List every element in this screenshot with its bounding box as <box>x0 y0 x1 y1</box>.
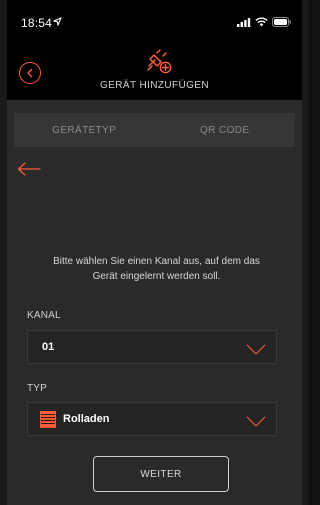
status-bar: 18:54 <box>7 0 302 44</box>
typ-value: Rolladen <box>63 413 110 425</box>
arrow-left-icon[interactable] <box>17 162 41 176</box>
tab-qr-code[interactable]: QR CODE <box>155 113 296 147</box>
status-time: 18:54 <box>21 16 53 30</box>
kanal-label: KANAL <box>27 310 61 321</box>
instruction-text: Bitte wählen Sie einen Kanal aus, auf de… <box>53 256 260 282</box>
tab-geraetetyp[interactable]: GERÄTETYP <box>14 113 155 147</box>
weiter-button[interactable]: WEITER <box>93 456 229 492</box>
typ-select[interactable]: Rolladen <box>27 402 277 436</box>
chevron-down-icon <box>246 414 266 432</box>
roller-shutter-icon <box>40 410 56 428</box>
location-arrow-icon <box>53 15 62 29</box>
page-title: GERÄT HINZUFÜGEN <box>100 80 209 91</box>
chevron-left-icon <box>27 68 33 78</box>
cellular-signal-icon <box>237 16 251 30</box>
kanal-value: 01 <box>42 341 55 353</box>
kanal-select[interactable]: 01 <box>27 330 277 364</box>
chevron-down-icon <box>246 342 266 360</box>
tab-bar: GERÄTETYP QR CODE <box>14 113 295 147</box>
wifi-icon <box>255 16 268 30</box>
app-header: GERÄT HINZUFÜGEN <box>7 44 302 100</box>
add-device-plug-icon <box>144 46 174 76</box>
typ-label: TYP <box>27 383 48 394</box>
battery-icon <box>272 16 292 30</box>
